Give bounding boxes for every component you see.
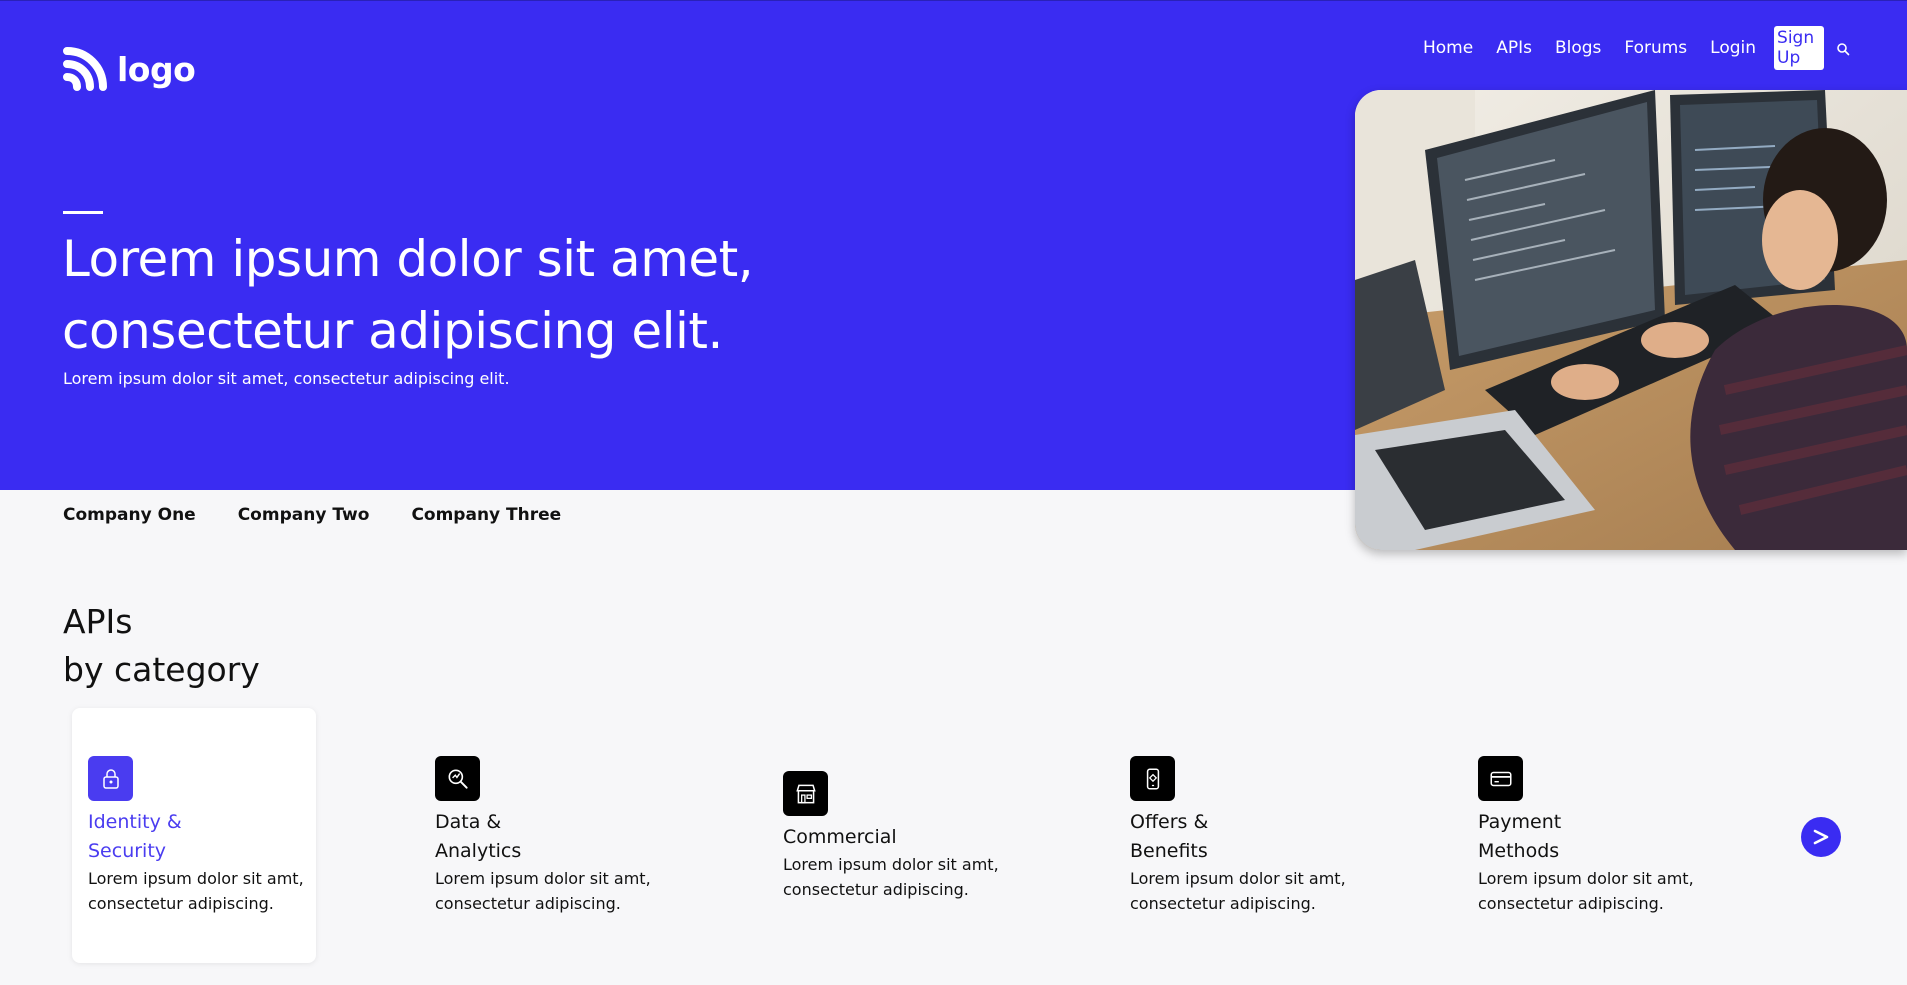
category-card-payment-methods[interactable]: Payment Methods Lorem ipsum dolor sit am…: [1462, 708, 1706, 963]
section-title: APIs by category: [63, 598, 260, 694]
top-nav: Home APIs Blogs Forums Login Sign Up: [1400, 26, 1850, 70]
nav-blogs[interactable]: Blogs: [1555, 38, 1601, 58]
credit-card-icon: [1478, 756, 1523, 801]
category-title: Payment Methods: [1478, 811, 1562, 862]
company-logos: Company One Company Two Company Three: [63, 505, 561, 525]
logo[interactable]: logo: [63, 47, 196, 91]
search-icon[interactable]: [1836, 41, 1850, 56]
carousel-next-button[interactable]: [1801, 817, 1841, 857]
hero-subtitle: Lorem ipsum dolor sit amet, consectetur …: [63, 369, 510, 388]
nav-forums[interactable]: Forums: [1624, 38, 1687, 58]
category-description: Lorem ipsum dolor sit amt, consectetur a…: [1478, 869, 1694, 913]
category-card-commercial[interactable]: Commercial Lorem ipsum dolor sit amt, co…: [767, 708, 1011, 963]
mobile-offer-icon: [1130, 756, 1175, 801]
category-title: Data & Analytics: [435, 811, 522, 862]
category-title: Commercial: [783, 826, 897, 848]
logo-text: logo: [117, 49, 196, 89]
category-title: Offers & Benefits: [1130, 811, 1209, 862]
category-description: Lorem ipsum dolor sit amt, consectetur a…: [88, 869, 304, 913]
category-description: Lorem ipsum dolor sit amt, consectetur a…: [783, 855, 999, 899]
logo-mark-icon: [63, 47, 107, 91]
nav-login[interactable]: Login: [1710, 38, 1756, 58]
category-title: Identity & Security: [88, 811, 182, 862]
hero-title: Lorem ipsum dolor sit amet, consectetur …: [62, 230, 754, 360]
hero-developer-image: [1355, 90, 1907, 550]
category-description: Lorem ipsum dolor sit amt, consectetur a…: [1130, 869, 1346, 913]
hero-accent-line: [63, 211, 103, 214]
chevron-right-icon: [1813, 829, 1829, 845]
category-card-offers-benefits[interactable]: Offers & Benefits Lorem ipsum dolor sit …: [1114, 708, 1358, 963]
company-three: Company Three: [411, 505, 562, 525]
nav-home[interactable]: Home: [1423, 38, 1473, 58]
company-one: Company One: [63, 505, 196, 525]
lock-icon: [88, 756, 133, 801]
company-two: Company Two: [237, 505, 370, 525]
developer-illustration: [1355, 90, 1907, 550]
nav-apis[interactable]: APIs: [1496, 38, 1532, 58]
category-card-data-analytics[interactable]: Data & Analytics Lorem ipsum dolor sit a…: [419, 708, 663, 963]
section-title-line2: by category: [63, 650, 260, 689]
section-title-line1: APIs: [63, 602, 133, 641]
category-carousel: Identity & Security Lorem ipsum dolor si…: [72, 708, 1872, 963]
category-description: Lorem ipsum dolor sit amt, consectetur a…: [435, 869, 651, 913]
analytics-icon: [435, 756, 480, 801]
store-icon: [783, 771, 828, 816]
category-card-identity-security[interactable]: Identity & Security Lorem ipsum dolor si…: [72, 708, 316, 963]
signup-button[interactable]: Sign Up: [1774, 26, 1824, 70]
